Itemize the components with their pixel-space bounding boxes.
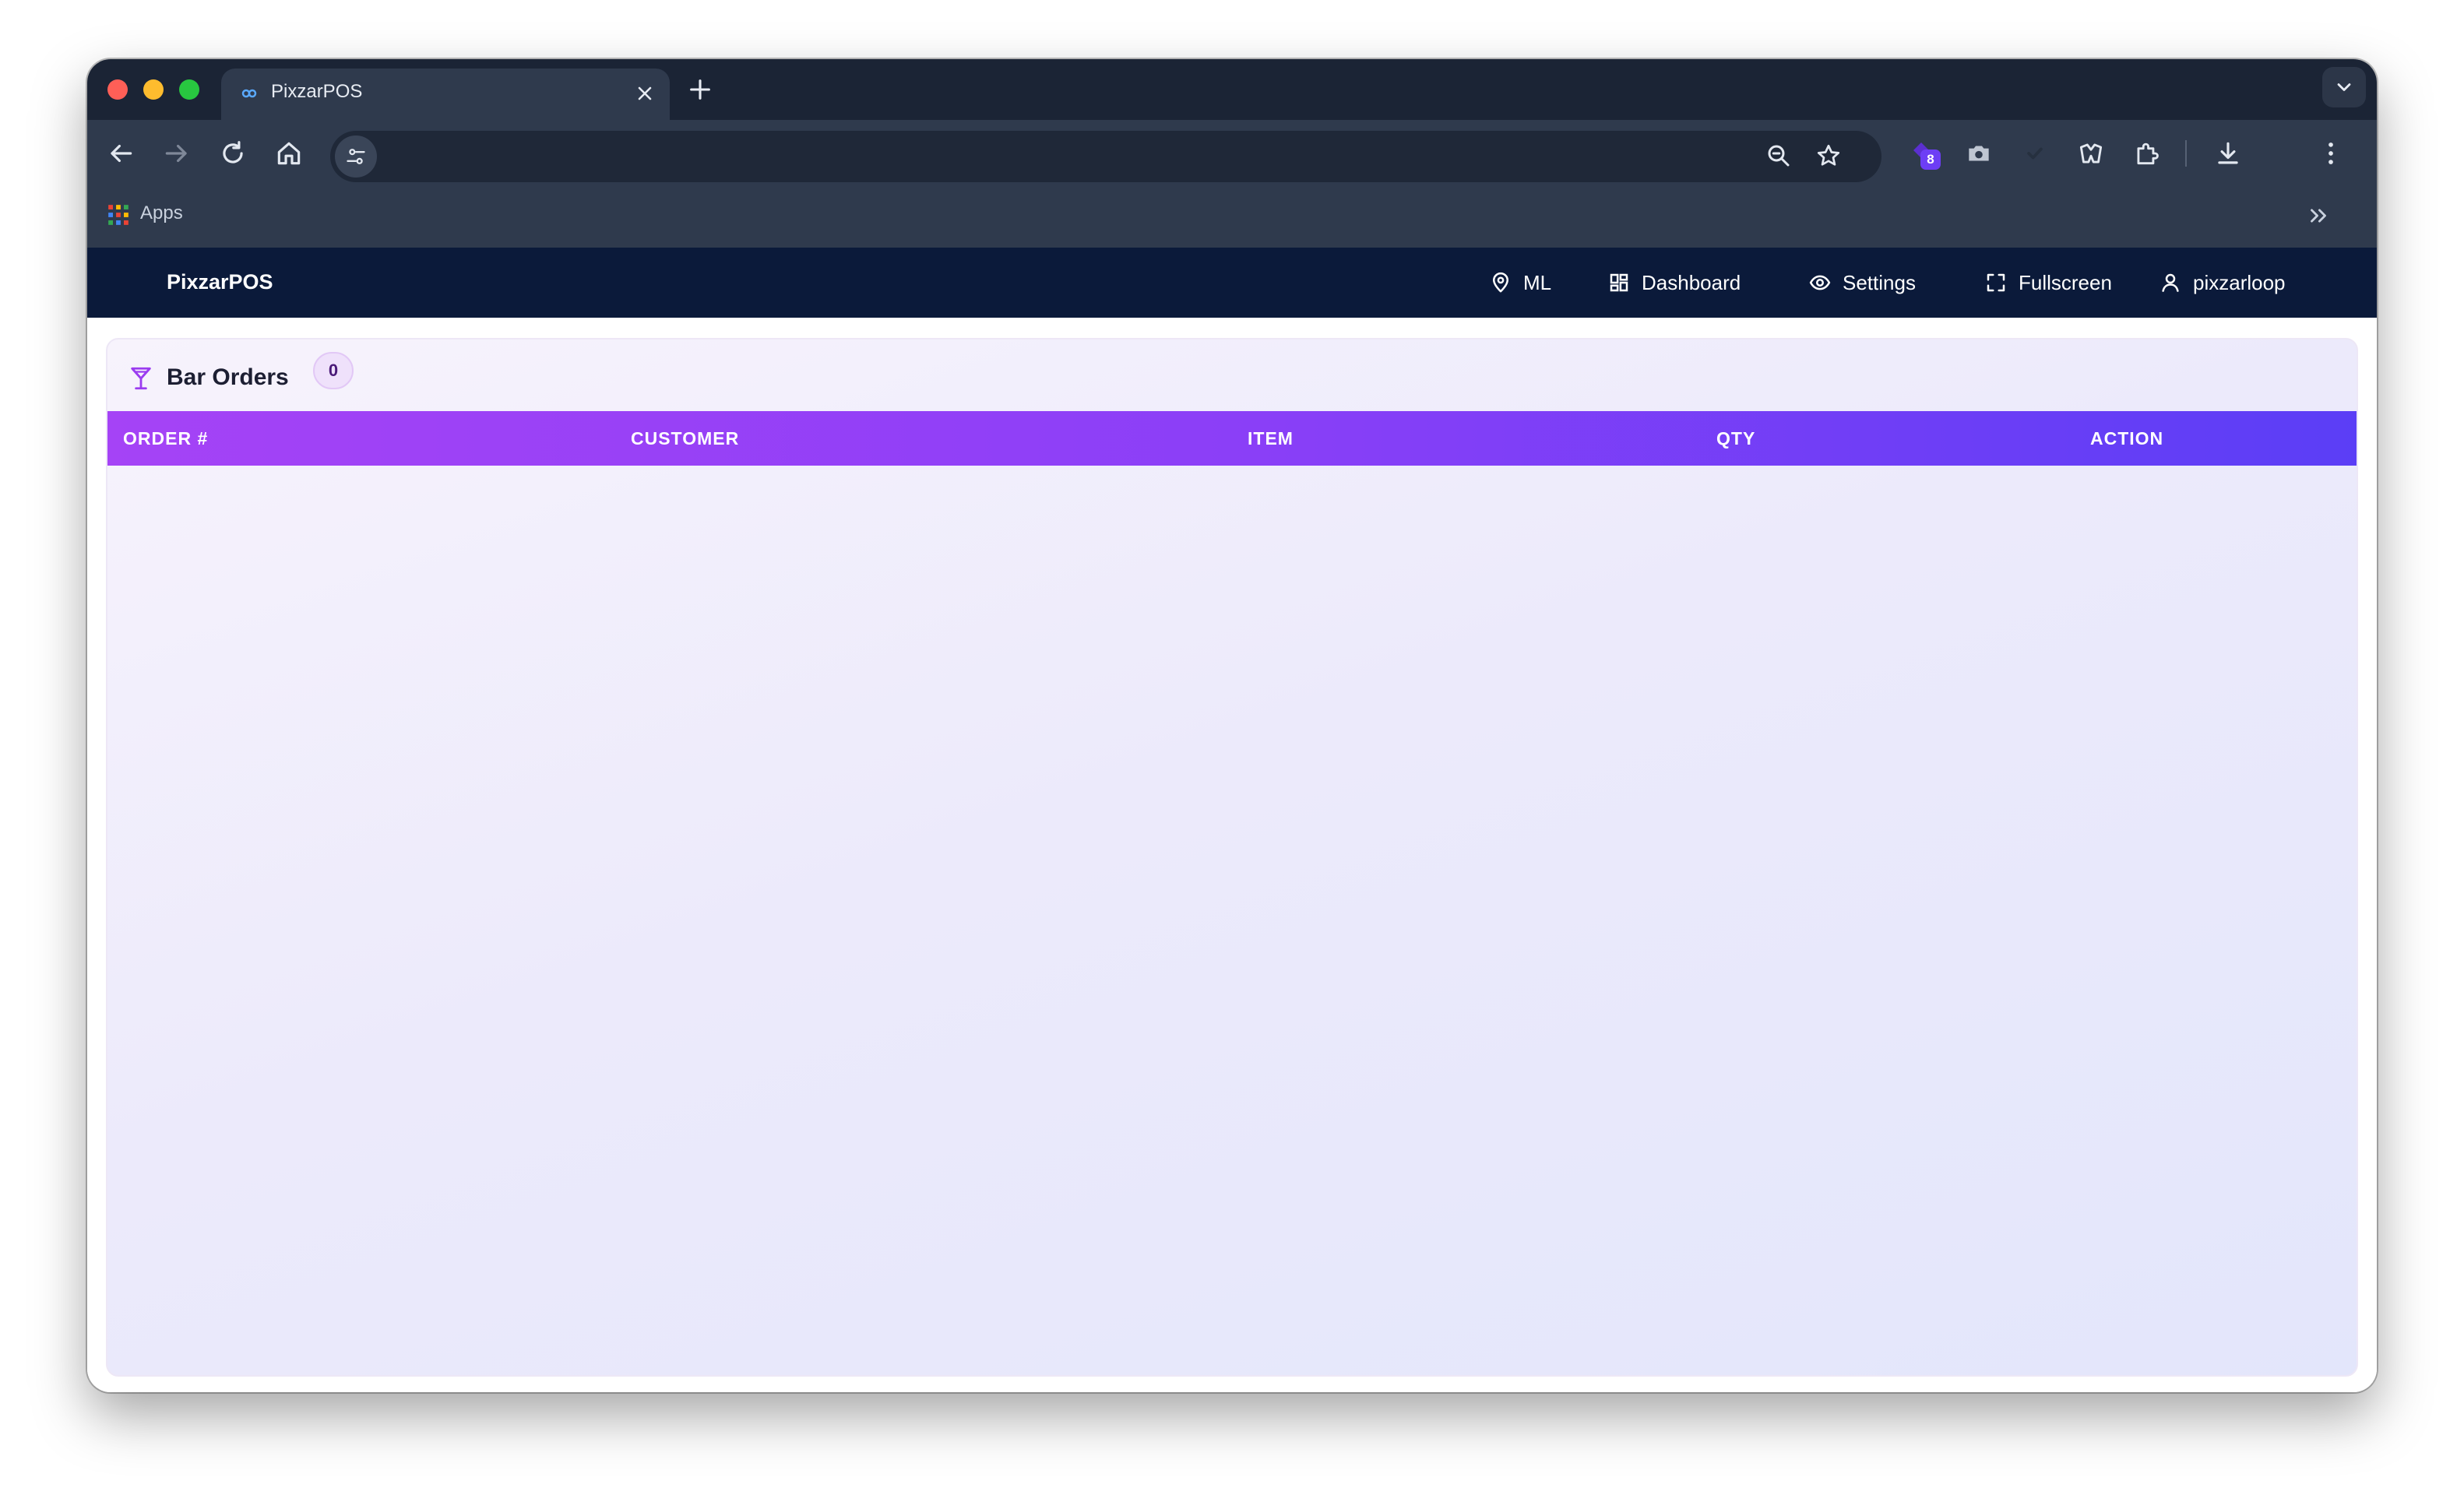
map-pin-icon (1493, 272, 1508, 293)
browser-window: PixzarPOS 8 Apps PixzarPOS ML Dashboard … (87, 59, 2377, 1392)
cocktail-glass-icon (131, 367, 151, 390)
page-content: Bar Orders 0 ORDER # CUSTOMER ITEM QTY A… (87, 318, 2377, 1392)
maximize-window-button[interactable] (179, 79, 199, 100)
settings-label: Settings (1843, 270, 1916, 294)
tune-icon (347, 149, 365, 164)
column-header-order: ORDER # (123, 428, 209, 448)
chevron-down-icon (2337, 83, 2351, 91)
column-header-customer: CUSTOMER (631, 428, 740, 448)
zoom-icon[interactable] (1765, 142, 1793, 170)
tab-title: PixzarPOS (271, 81, 363, 102)
fullscreen-nav-item[interactable]: Fullscreen (1984, 248, 2112, 318)
tab-search-button[interactable] (2322, 67, 2366, 107)
back-icon[interactable] (106, 139, 136, 168)
dashboard-label: Dashboard (1642, 270, 1741, 294)
user-nav-item[interactable]: pixzarloop (2159, 248, 2286, 318)
browser-tab[interactable]: PixzarPOS (221, 69, 670, 120)
tab-strip: PixzarPOS (87, 59, 2377, 120)
bar-orders-card: Bar Orders 0 ORDER # CUSTOMER ITEM QTY A… (106, 338, 2358, 1377)
browser-menu-icon[interactable] (2316, 139, 2346, 168)
home-icon[interactable] (274, 139, 304, 168)
browser-toolbar: 8 (87, 120, 2377, 187)
app-navbar: PixzarPOS ML Dashboard Settings Fullscre… (87, 248, 2377, 318)
user-label: pixzarloop (2193, 270, 2286, 294)
close-window-button[interactable] (107, 79, 128, 100)
close-tab-icon[interactable] (634, 83, 656, 104)
orders-table-body (107, 466, 2357, 1375)
star-icon[interactable] (1815, 142, 1843, 170)
column-header-action: ACTION (2090, 428, 2164, 448)
reload-icon[interactable] (218, 139, 248, 168)
double-chevron-right-icon[interactable] (2305, 202, 2332, 229)
column-header-qty: QTY (1716, 428, 1756, 448)
puzzle-icon[interactable] (2132, 139, 2162, 168)
favicon-icon (241, 89, 257, 98)
bookmarks-bar: Apps (87, 187, 2377, 248)
extension-badge-button[interactable]: 8 (1910, 139, 1942, 171)
minimize-window-button[interactable] (143, 79, 164, 100)
column-header-item: ITEM (1248, 428, 1294, 448)
location-nav-item[interactable]: ML (1489, 248, 1551, 318)
dark-extension-icon[interactable] (2020, 139, 2050, 168)
user-icon (2162, 273, 2179, 292)
site-settings-button[interactable] (335, 135, 377, 178)
location-label: ML (1523, 270, 1552, 294)
order-count-badge: 0 (313, 352, 354, 389)
camera-icon[interactable] (1964, 139, 1994, 168)
hands-icon[interactable] (2076, 139, 2106, 168)
dashboard-icon (1610, 273, 1628, 292)
apps-grid-icon[interactable] (107, 204, 129, 226)
dashboard-nav-item[interactable]: Dashboard (1607, 248, 1741, 318)
apps-bookmark[interactable]: Apps (140, 202, 183, 224)
new-tab-icon[interactable] (687, 76, 713, 103)
forward-icon[interactable] (162, 139, 192, 168)
eye-icon (1809, 275, 1831, 290)
fullscreen-label: Fullscreen (2019, 270, 2112, 294)
app-brand[interactable]: PixzarPOS (167, 270, 273, 294)
toolbar-divider (2185, 140, 2187, 167)
settings-nav-item[interactable]: Settings (1808, 248, 1916, 318)
page-title: Bar Orders (167, 364, 289, 390)
fullscreen-icon (1987, 273, 2005, 292)
address-bar[interactable] (330, 131, 1881, 182)
download-icon[interactable] (2213, 139, 2243, 168)
extension-badge-count: 8 (1920, 149, 1941, 170)
card-header: Bar Orders 0 (107, 339, 2357, 411)
orders-table-header: ORDER # CUSTOMER ITEM QTY ACTION (107, 411, 2357, 466)
